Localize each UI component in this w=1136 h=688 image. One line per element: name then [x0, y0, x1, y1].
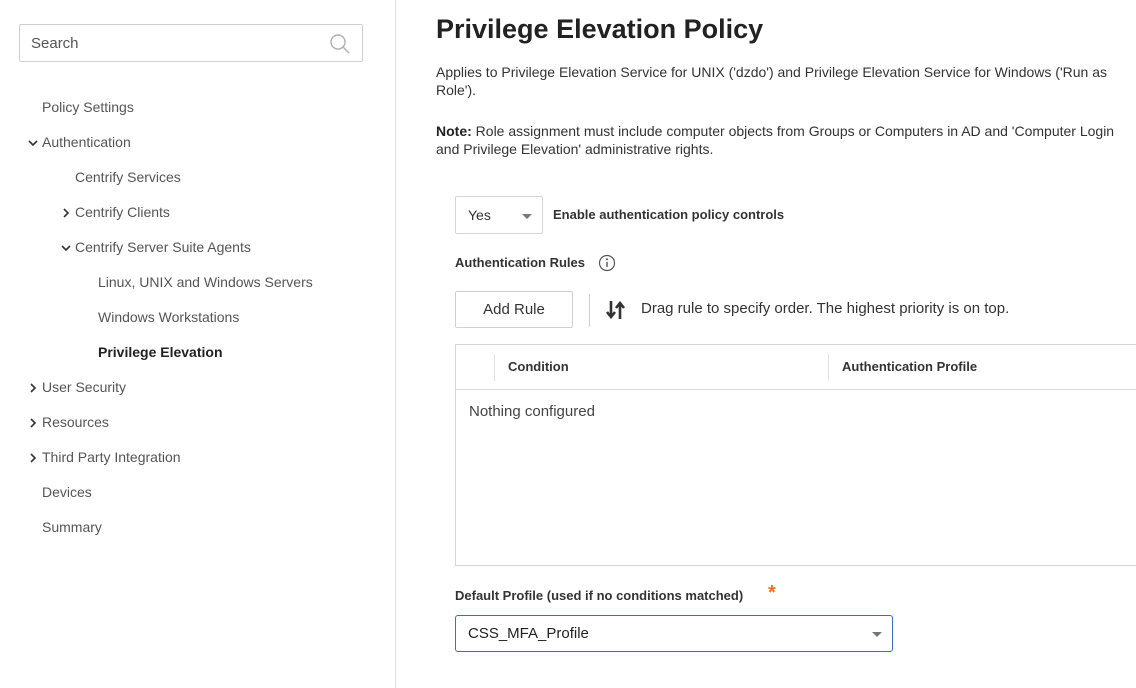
table-empty-message: Nothing configured [469, 403, 595, 420]
add-rule-button[interactable]: Add Rule [455, 291, 573, 328]
nav-item-label: Centrify Services [75, 169, 181, 185]
search-input[interactable] [20, 25, 310, 61]
nav-item-third-party-integration[interactable]: Third Party Integration [0, 440, 396, 475]
authentication-rules-label: Authentication Rules [455, 255, 586, 270]
policy-description: Applies to Privilege Elevation Service f… [436, 64, 1107, 98]
column-divider [494, 354, 495, 381]
nav-item-label: Third Party Integration [42, 449, 181, 465]
sort-arrows-icon [605, 300, 626, 320]
note-label: Note: [436, 123, 472, 139]
nav-item-label: Resources [42, 414, 109, 430]
authentication-rules-table: Condition Authentication Profile Nothing… [455, 344, 1136, 566]
nav-item-policy-settings[interactable]: Policy Settings [0, 90, 396, 125]
search-icon[interactable] [329, 33, 351, 55]
nav-item-centrify-server-suite-agents[interactable]: Centrify Server Suite Agents [0, 230, 396, 265]
policy-nav: Policy Settings Authentication Centrify … [0, 90, 396, 545]
nav-item-privilege-elevation[interactable]: Privilege Elevation [0, 335, 396, 370]
chevron-right-icon[interactable] [28, 418, 38, 428]
nav-item-authentication[interactable]: Authentication [0, 125, 396, 160]
nav-item-label: User Security [42, 379, 127, 395]
chevron-right-icon[interactable] [28, 453, 38, 463]
nav-item-label: Centrify Server Suite Agents [75, 239, 251, 255]
dropdown-caret-icon [522, 214, 532, 219]
default-profile-label: Default Profile (used if no conditions m… [455, 588, 744, 603]
nav-item-label: Windows Workstations [98, 309, 240, 325]
toolbar-divider [589, 294, 590, 327]
note-text: Role assignment must include computer ob… [436, 123, 1115, 157]
drag-hint-text: Drag rule to specify order. The highest … [641, 300, 1010, 317]
chevron-down-icon[interactable] [28, 138, 38, 148]
info-icon[interactable] [598, 254, 616, 272]
main-content: Privilege Elevation Policy Applies to Pr… [420, 0, 1136, 688]
search-box[interactable] [19, 24, 363, 62]
enable-policy-select-value: Yes [468, 207, 491, 223]
nav-item-label: Centrify Clients [75, 204, 170, 220]
nav-item-label: Policy Settings [42, 99, 134, 115]
nav-item-label: Devices [42, 484, 92, 500]
nav-item-label: Privilege Elevation [98, 344, 223, 360]
nav-item-linux-unix-windows-servers[interactable]: Linux, UNIX and Windows Servers [0, 265, 396, 300]
dropdown-caret-icon [872, 632, 882, 637]
nav-item-centrify-services[interactable]: Centrify Services [0, 160, 396, 195]
default-profile-select[interactable]: CSS_MFA_Profile [455, 615, 893, 652]
nav-item-label: Authentication [42, 134, 131, 150]
chevron-right-icon[interactable] [28, 383, 38, 393]
nav-item-user-security[interactable]: User Security [0, 370, 396, 405]
nav-item-summary[interactable]: Summary [0, 510, 396, 545]
enable-policy-label: Enable authentication policy controls [553, 207, 785, 222]
policy-note: Note: Role assignment must include compu… [436, 122, 1136, 158]
default-profile-select-value: CSS_MFA_Profile [468, 625, 589, 642]
sidebar: Policy Settings Authentication Centrify … [0, 0, 396, 688]
nav-item-centrify-clients[interactable]: Centrify Clients [0, 195, 396, 230]
enable-policy-select[interactable]: Yes [455, 196, 543, 234]
column-header-condition[interactable]: Condition [508, 359, 569, 374]
chevron-right-icon[interactable] [61, 208, 71, 218]
page-title: Privilege Elevation Policy [436, 14, 764, 44]
nav-item-devices[interactable]: Devices [0, 475, 396, 510]
nav-item-label: Linux, UNIX and Windows Servers [98, 274, 313, 290]
nav-item-resources[interactable]: Resources [0, 405, 396, 440]
chevron-down-icon[interactable] [61, 243, 71, 253]
nav-item-windows-workstations[interactable]: Windows Workstations [0, 300, 396, 335]
nav-item-label: Summary [42, 519, 102, 535]
table-header: Condition Authentication Profile [456, 345, 1136, 390]
required-marker: * [768, 582, 776, 604]
column-divider [828, 354, 829, 381]
column-header-authentication-profile[interactable]: Authentication Profile [842, 359, 977, 374]
